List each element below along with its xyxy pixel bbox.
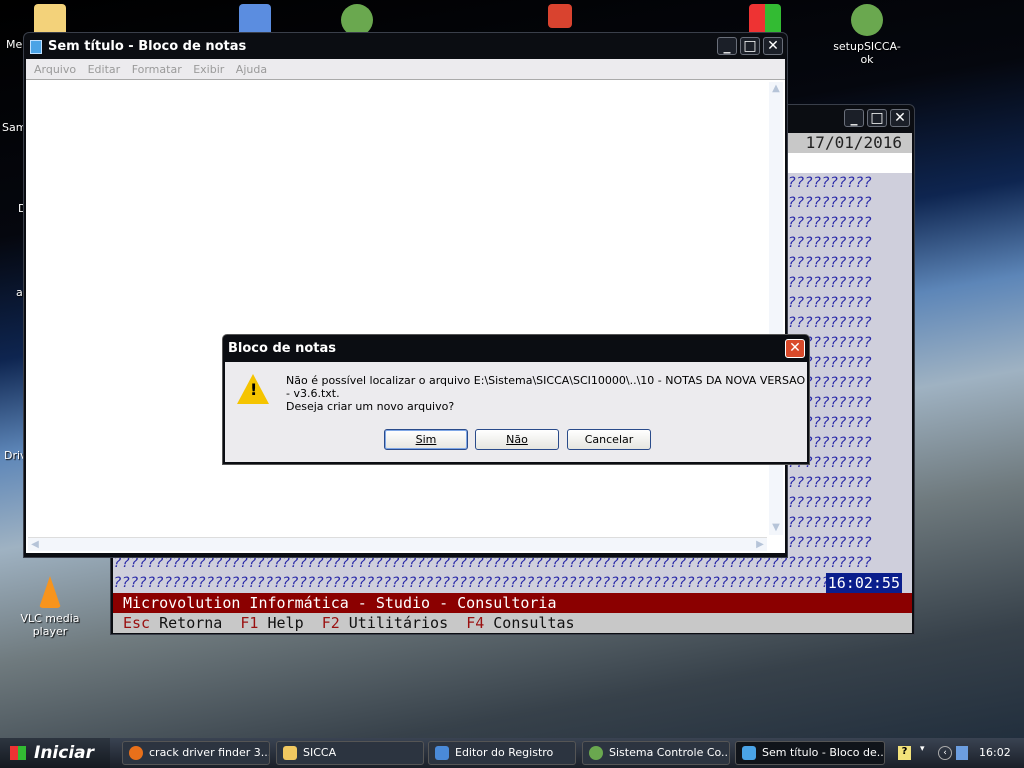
start-button[interactable]: Iniciar: [0, 738, 110, 768]
key-f1[interactable]: F1: [240, 614, 258, 632]
registry-icon: [435, 746, 449, 760]
minimize-button[interactable]: _: [717, 37, 737, 55]
system-tray: ? ▾ ‹ 16:02: [894, 738, 1024, 768]
dialog-message: Não é possível localizar o arquivo E:\Si…: [286, 374, 806, 400]
menu-editar[interactable]: Editar: [88, 63, 121, 76]
desktop-label[interactable]: a: [16, 286, 23, 299]
task-label: Sem título - Bloco de...: [762, 746, 885, 759]
notepad-window[interactable]: Sem título - Bloco de notas _ □ ✕ Arquiv…: [23, 32, 788, 558]
notepad-icon: [742, 746, 756, 760]
tray-clock[interactable]: 16:02: [979, 746, 1011, 759]
key-esc[interactable]: Esc: [123, 614, 150, 632]
key-label[interactable]: Retorna: [159, 614, 222, 632]
start-label: Iniciar: [34, 743, 95, 763]
key-label[interactable]: Help: [268, 614, 304, 632]
task-label: Sistema Controle Co...: [609, 746, 730, 759]
cancel-button[interactable]: Cancelar: [567, 429, 651, 450]
yes-button[interactable]: Sim: [384, 429, 468, 450]
maximize-button[interactable]: □: [740, 37, 760, 55]
sicca-setup-icon: [851, 4, 883, 36]
folder-icon: [283, 746, 297, 760]
key-f4[interactable]: F4: [466, 614, 484, 632]
message-dialog[interactable]: Bloco de notas ✕ ! Não é possível locali…: [222, 334, 810, 465]
menu-ajuda[interactable]: Ajuda: [236, 63, 267, 76]
icon-label: setupSICCA-ok: [833, 40, 901, 66]
menu-bar: Arquivo Editar Formatar Exibir Ajuda: [26, 59, 785, 80]
task-label: crack driver finder 3...: [149, 746, 270, 759]
desktop-icon-vlc[interactable]: VLC media player: [10, 576, 90, 638]
warning-icon: !: [237, 374, 269, 404]
close-button[interactable]: ✕: [763, 37, 783, 55]
task-sicca-folder[interactable]: SICCA: [276, 741, 424, 765]
task-regedit[interactable]: Editor do Registro: [428, 741, 576, 765]
clock-display: 16:02:55: [825, 573, 902, 593]
dialog-title: Bloco de notas: [228, 341, 337, 356]
key-label[interactable]: Utilitários: [349, 614, 448, 632]
company-bar: Microvolution Informática - Studio - Con…: [113, 593, 912, 613]
scroll-right-icon[interactable]: ▶: [753, 538, 767, 552]
task-notepad[interactable]: Sem título - Bloco de...: [735, 741, 885, 765]
horizontal-scrollbar[interactable]: ◀ ▶: [28, 537, 767, 551]
desktop-icon-shutdown[interactable]: [520, 4, 600, 32]
dialog-question: Deseja criar um novo arquivo?: [286, 400, 455, 413]
scroll-up-icon[interactable]: ▲: [769, 82, 783, 96]
menu-exibir[interactable]: Exibir: [193, 63, 224, 76]
desktop-label[interactable]: Me: [6, 38, 22, 51]
text-area[interactable]: ▲ ▼ ◀ ▶: [26, 80, 785, 553]
task-sicca[interactable]: Sistema Controle Co...: [582, 741, 730, 765]
key-f2[interactable]: F2: [322, 614, 340, 632]
window-title: Sem título - Bloco de notas: [48, 39, 247, 54]
menu-formatar[interactable]: Formatar: [132, 63, 182, 76]
key-label[interactable]: Consultas: [493, 614, 574, 632]
tray-expand-icon[interactable]: ▾: [920, 744, 925, 754]
notepad-icon: [30, 40, 42, 54]
taskbar: Iniciar crack driver finder 3... SICCA E…: [0, 738, 1024, 768]
firefox-icon: [129, 746, 143, 760]
minimize-button[interactable]: _: [844, 109, 864, 127]
scroll-down-icon[interactable]: ▼: [769, 521, 783, 535]
vlc-cone-icon: [39, 576, 61, 608]
task-label: SICCA: [303, 746, 337, 759]
chevron-left-icon[interactable]: ‹: [938, 746, 952, 760]
scroll-left-icon[interactable]: ◀: [28, 538, 42, 552]
windows-flag-icon: [10, 746, 26, 760]
close-button[interactable]: ✕: [890, 109, 910, 127]
menu-arquivo[interactable]: Arquivo: [34, 63, 76, 76]
network-icon[interactable]: [956, 746, 968, 760]
sicca-icon: [589, 746, 603, 760]
task-firefox[interactable]: crack driver finder 3...: [122, 741, 270, 765]
no-button[interactable]: Não: [475, 429, 559, 450]
help-icon[interactable]: ?: [898, 746, 911, 760]
desktop-icon-setupsicca[interactable]: setupSICCA-ok: [827, 4, 907, 66]
icon-label: VLC media player: [20, 612, 80, 638]
close-button[interactable]: ✕: [785, 339, 805, 358]
vertical-scrollbar[interactable]: ▲ ▼: [769, 82, 783, 535]
maximize-button[interactable]: □: [867, 109, 887, 127]
function-key-bar: Esc Retorna F1 Help F2 Utilitários F4 Co…: [113, 613, 912, 633]
task-label: Editor do Registro: [455, 746, 554, 759]
power-icon: [548, 4, 572, 28]
